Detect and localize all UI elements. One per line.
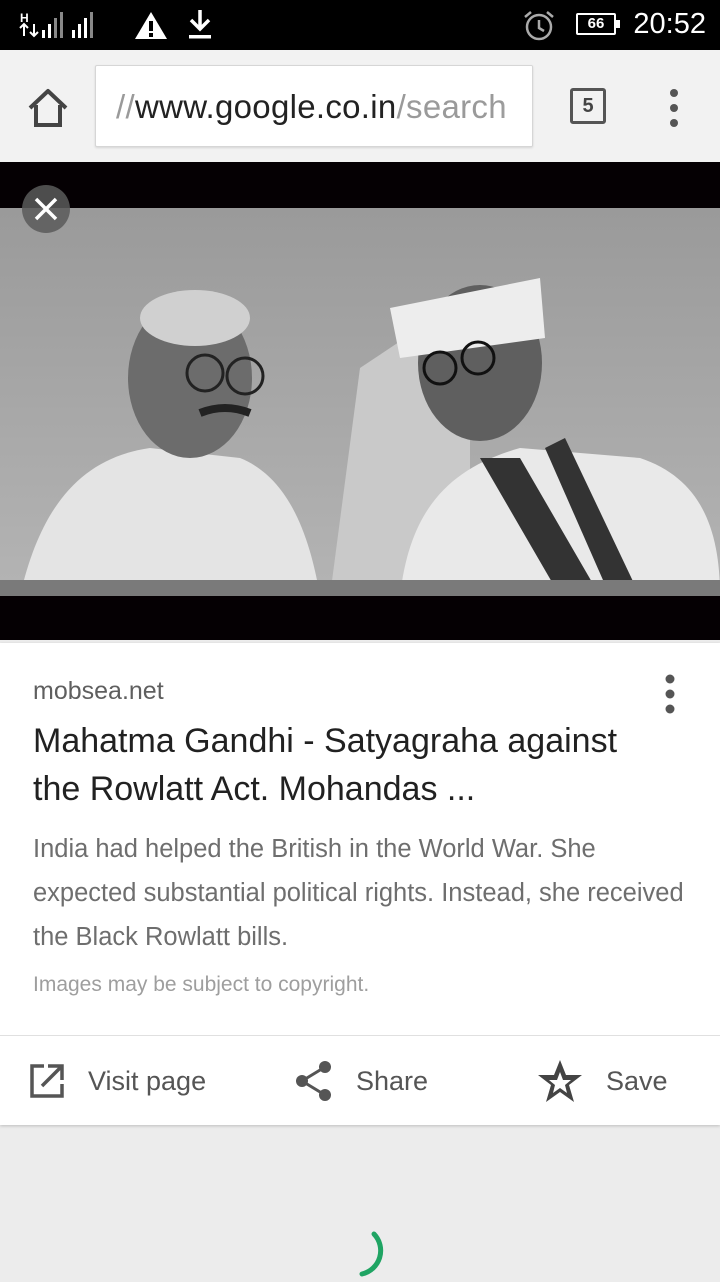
open-external-icon <box>30 1064 64 1098</box>
share-label: Share <box>356 1065 429 1096</box>
star-icon <box>538 1060 582 1102</box>
tab-switcher-button[interactable]: 5 <box>570 88 606 124</box>
warning-icon <box>135 12 167 39</box>
result-image[interactable] <box>0 208 720 596</box>
url-bar[interactable]: //www.google.co.in/search <box>95 65 533 147</box>
share-button[interactable]: Share <box>294 1055 428 1107</box>
visit-page-label: Visit page <box>88 1065 207 1096</box>
close-icon <box>34 197 58 221</box>
alarm-icon <box>524 11 554 41</box>
overflow-menu-icon[interactable] <box>664 88 684 128</box>
url-text: //www.google.co.in/search <box>116 88 507 125</box>
image-viewer <box>0 162 720 640</box>
copyright-notice: Images may be subject to copyright. <box>33 973 370 996</box>
battery-indicator: 66 <box>576 13 620 35</box>
close-image-button[interactable] <box>22 185 70 233</box>
source-domain[interactable]: mobsea.net <box>33 677 164 706</box>
divider <box>0 1035 720 1036</box>
more-options-icon[interactable] <box>660 673 680 715</box>
loading-spinner-icon <box>359 1231 384 1277</box>
result-title[interactable]: Mahatma Gandhi - Satyagraha against the … <box>33 717 673 813</box>
network-type-label: H <box>20 11 29 25</box>
visit-page-button[interactable]: Visit page <box>28 1055 206 1107</box>
save-label: Save <box>606 1065 668 1096</box>
browser-toolbar: //www.google.co.in/search 5 <box>0 50 720 162</box>
download-icon <box>189 10 211 39</box>
save-button[interactable]: Save <box>536 1055 668 1107</box>
home-icon[interactable] <box>26 86 70 130</box>
status-bar: H 66 20:52 <box>0 0 720 50</box>
clock: 20:52 <box>633 8 706 40</box>
result-snippet: India had helped the British in the Worl… <box>33 835 684 951</box>
share-icon <box>296 1061 331 1101</box>
image-result-card: mobsea.net Mahatma Gandhi - Satyagraha a… <box>0 643 720 1125</box>
signal-strength-icon: H <box>19 11 93 38</box>
